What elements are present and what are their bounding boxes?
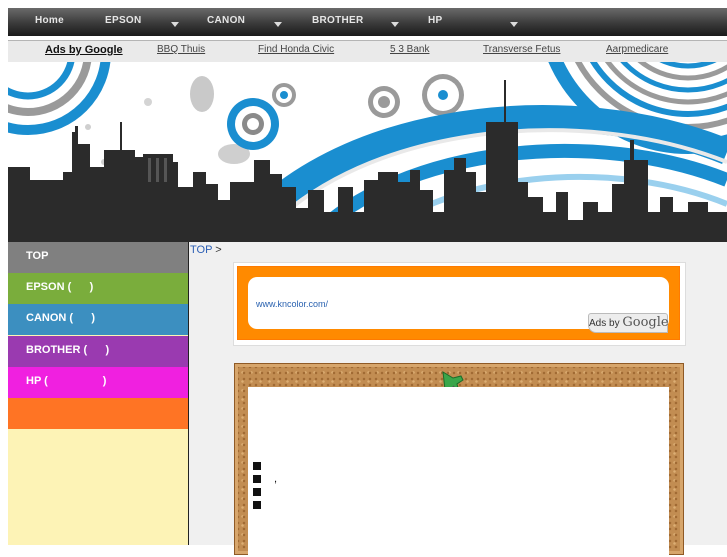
- breadcrumb-separator: >: [215, 244, 222, 256]
- nav-hp-dropdown-icon[interactable]: [510, 22, 518, 27]
- google-ad-frame: www.kncolor.com/ Ads by Google: [233, 262, 686, 346]
- list-bullet: [253, 501, 261, 509]
- list-bullet: [253, 462, 261, 470]
- sidebar-item-hp[interactable]: HP ( ): [8, 367, 188, 398]
- nav-epson-dropdown-icon[interactable]: [171, 22, 179, 27]
- ad-link-bbq[interactable]: BBQ Thuis: [157, 44, 205, 55]
- ad-links-bar: Ads by Google BBQ Thuis Find Honda Civic…: [8, 40, 727, 63]
- note-paper: ,: [248, 387, 669, 557]
- corkboard: ,: [234, 363, 684, 557]
- sidebar-item-brother[interactable]: BROTHER ( ): [8, 336, 188, 367]
- nav-brother[interactable]: BROTHER: [312, 8, 364, 36]
- list-bullet: [253, 488, 261, 496]
- breadcrumb-top-link[interactable]: TOP: [190, 244, 212, 256]
- sidebar-item-canon[interactable]: CANON ( ): [8, 304, 188, 335]
- nav-epson[interactable]: EPSON: [105, 8, 142, 36]
- ads-by-label: Ads by: [589, 318, 620, 329]
- google-logo-text: Google: [622, 315, 669, 330]
- sidebar: TOP EPSON ( ) CANON ( ) BROTHER ( ) HP (…: [8, 242, 189, 545]
- sidebar-item-orange[interactable]: [8, 398, 188, 429]
- google-ad-box: www.kncolor.com/ Ads by Google: [237, 266, 680, 340]
- sidebar-item-top[interactable]: TOP: [8, 242, 188, 273]
- main-content: TOP > www.kncolor.com/ Ads by Google ,: [189, 242, 727, 557]
- nav-canon-dropdown-icon[interactable]: [274, 22, 282, 27]
- city-skyline-illustration: [8, 62, 727, 242]
- ads-by-google-link[interactable]: Ads by Google: [45, 44, 123, 56]
- note-comma: ,: [274, 473, 278, 485]
- ad-link-bank[interactable]: 5 3 Bank: [390, 44, 429, 55]
- sidebar-item-epson[interactable]: EPSON ( ): [8, 273, 188, 304]
- nav-home[interactable]: Home: [35, 8, 64, 36]
- ad-link-aarp[interactable]: Aarpmedicare: [606, 44, 668, 55]
- ads-by-google-badge[interactable]: Ads by Google: [588, 313, 669, 333]
- google-ad-inner: www.kncolor.com/ Ads by Google: [248, 277, 669, 333]
- list-bullet: [253, 475, 261, 483]
- ad-url-link[interactable]: www.kncolor.com/: [256, 299, 328, 309]
- nav-hp[interactable]: HP: [428, 8, 443, 36]
- ad-link-honda[interactable]: Find Honda Civic: [258, 44, 334, 55]
- nav-canon[interactable]: CANON: [207, 8, 245, 36]
- top-navigation-bar: Home EPSON CANON BROTHER HP: [8, 8, 727, 36]
- breadcrumb: TOP >: [190, 244, 222, 256]
- ad-link-fetus[interactable]: Transverse Fetus: [483, 44, 560, 55]
- nav-brother-dropdown-icon[interactable]: [391, 22, 399, 27]
- header-banner: [8, 62, 727, 242]
